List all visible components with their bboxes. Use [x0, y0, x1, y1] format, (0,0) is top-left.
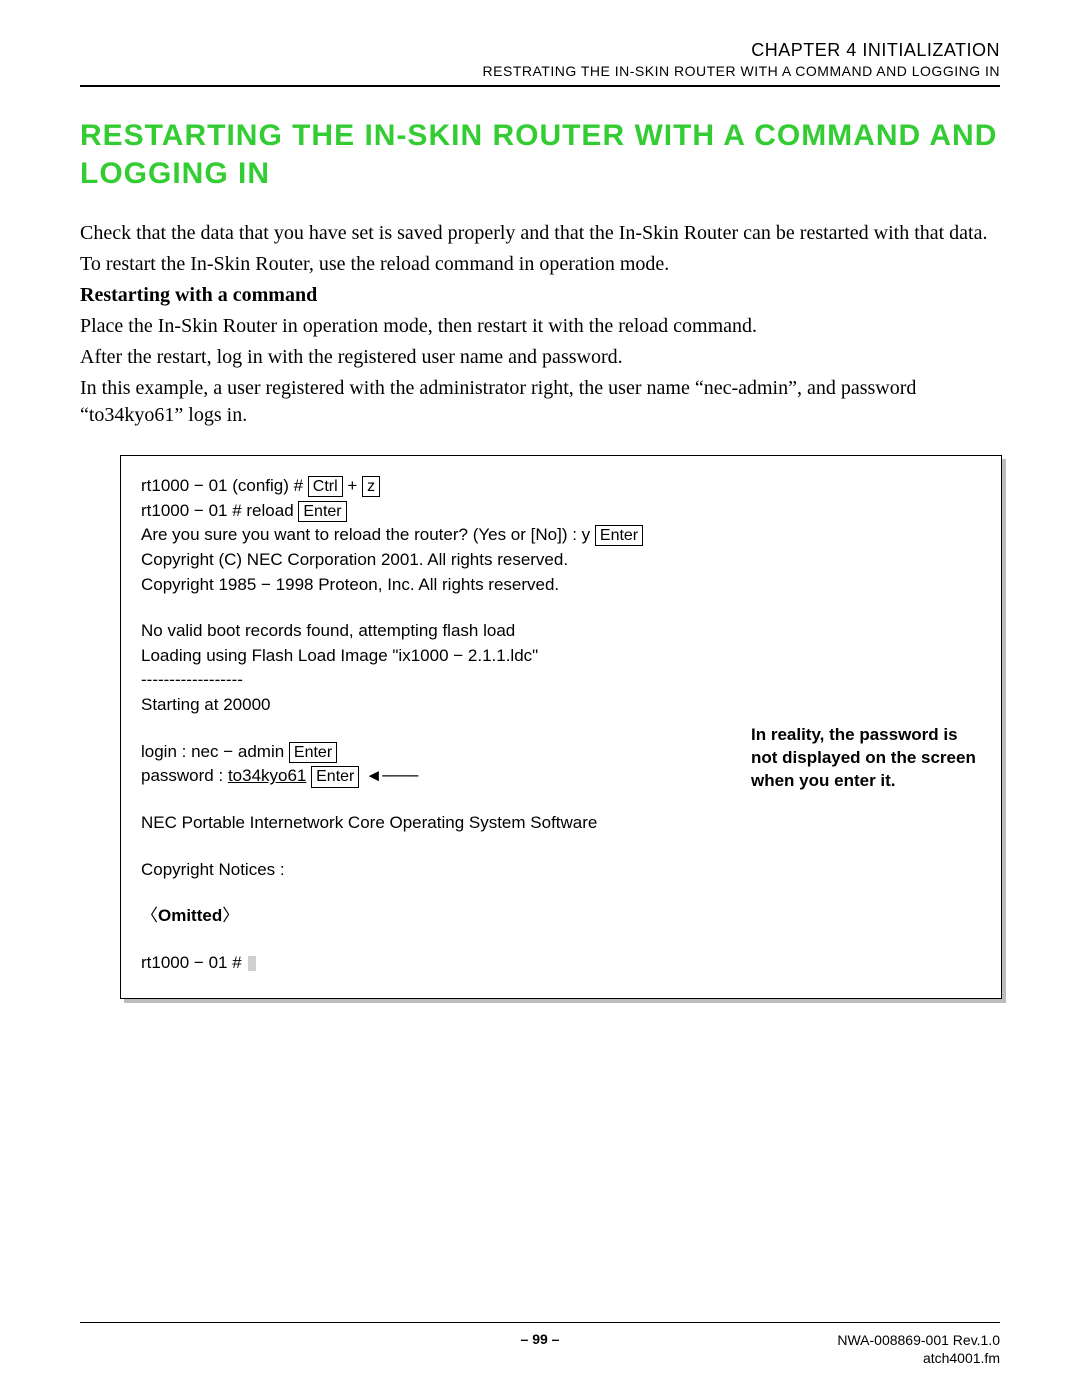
prompt-text: password : — [141, 766, 228, 785]
file-name: atch4001.fm — [80, 1349, 1000, 1367]
terminal-line: Are you sure you want to reload the rout… — [141, 523, 981, 548]
prompt-text: Are you sure you want to reload the rout… — [141, 525, 595, 544]
paragraph: In this example, a user registered with … — [80, 375, 1000, 429]
bracket-close: 〉 — [222, 906, 239, 925]
terminal-line: ------------------ — [141, 668, 981, 693]
key-enter: Enter — [298, 501, 346, 522]
arrow-icon: ◄─── — [365, 764, 418, 789]
bracket-open: 〈 — [141, 906, 158, 925]
terminal-line: Copyright 1985 − 1998 Proteon, Inc. All … — [141, 573, 981, 598]
prompt-text: rt1000 − 01 # reload — [141, 501, 298, 520]
page: CHAPTER 4 INITIALIZATION RESTRATING THE … — [0, 0, 1080, 1397]
plus-text: + — [343, 476, 362, 495]
key-enter: Enter — [595, 525, 643, 546]
prompt-text: rt1000 − 01 (config) # — [141, 476, 308, 495]
page-header: CHAPTER 4 INITIALIZATION RESTRATING THE … — [80, 40, 1000, 87]
annotation-text: In reality, the password is not displaye… — [751, 724, 981, 793]
terminal-line: rt1000 − 01 # reload Enter — [141, 499, 981, 524]
paragraph: After the restart, log in with the regis… — [80, 344, 1000, 371]
body-text: Check that the data that you have set is… — [80, 220, 1000, 429]
chapter-label: CHAPTER 4 INITIALIZATION — [80, 40, 1000, 61]
page-footer: – 99 – NWA-008869-001 Rev.1.0 atch4001.f… — [80, 1322, 1000, 1367]
terminal-line: Loading using Flash Load Image "ix1000 −… — [141, 644, 981, 669]
paragraph: Check that the data that you have set is… — [80, 220, 1000, 247]
prompt-text: rt1000 − 01 # — [141, 953, 246, 972]
cursor-icon — [248, 956, 256, 971]
terminal-line: No valid boot records found, attempting … — [141, 619, 981, 644]
key-z: z — [362, 476, 380, 497]
key-enter: Enter — [311, 766, 359, 787]
paragraph: Place the In-Skin Router in operation mo… — [80, 313, 1000, 340]
paragraph: To restart the In-Skin Router, use the r… — [80, 251, 1000, 278]
terminal-line: Starting at 20000 — [141, 693, 981, 718]
section-title: RESTARTING THE IN-SKIN ROUTER WITH A COM… — [80, 117, 1000, 192]
prompt-text: login : nec − admin — [141, 742, 289, 761]
section-label: RESTRATING THE IN-SKIN ROUTER WITH A COM… — [80, 63, 1000, 79]
terminal-line: rt1000 − 01 # — [141, 951, 981, 976]
terminal-line: Copyright Notices : — [141, 858, 981, 883]
omitted-label: Omitted — [158, 906, 222, 925]
key-enter: Enter — [289, 742, 337, 763]
password-text: to34kyo61 — [228, 766, 306, 785]
page-number: – 99 – — [80, 1331, 1000, 1347]
terminal-line: rt1000 − 01 (config) # Ctrl + z — [141, 474, 981, 499]
terminal-box: rt1000 − 01 (config) # Ctrl + z rt1000 −… — [120, 455, 1002, 999]
terminal-line: Copyright (C) NEC Corporation 2001. All … — [141, 548, 981, 573]
terminal-line: 〈Omitted〉 — [141, 904, 981, 929]
terminal-line: NEC Portable Internetwork Core Operating… — [141, 811, 981, 836]
key-ctrl: Ctrl — [308, 476, 343, 497]
subheading: Restarting with a command — [80, 282, 1000, 309]
